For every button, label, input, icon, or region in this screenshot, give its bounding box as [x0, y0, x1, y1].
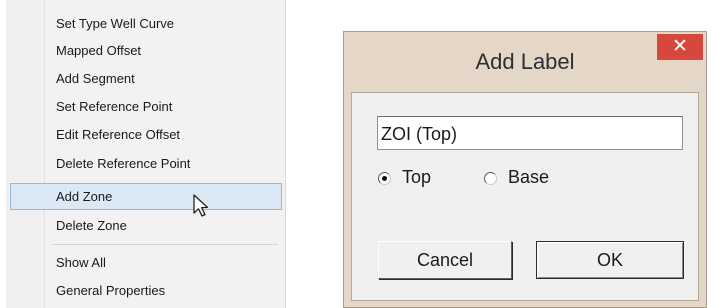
- ok-button[interactable]: OK: [536, 241, 684, 279]
- radio-top-label: Top: [402, 167, 432, 187]
- dialog-title: Add Label: [475, 49, 575, 74]
- menu-item-mapped-offset[interactable]: Mapped Offset: [10, 37, 282, 64]
- radio-base-label: Base: [508, 167, 550, 187]
- menu-item-show-all[interactable]: Show All: [10, 249, 282, 276]
- menu-item-add-zone[interactable]: Add Zone: [10, 183, 282, 210]
- radio-base-indicator: [484, 172, 497, 185]
- add-label-dialog: Add Label ✕ Top Base Cancel OK: [343, 31, 707, 308]
- label-text-input[interactable]: [377, 116, 683, 150]
- menu-item-delete-zone[interactable]: Delete Zone: [10, 212, 282, 239]
- menu-separator: [52, 244, 278, 245]
- menu-item-delete-reference-point[interactable]: Delete Reference Point: [10, 150, 282, 177]
- context-menu: Set Type Well Curve Mapped Offset Add Se…: [6, 0, 286, 308]
- menu-item-edit-reference-offset[interactable]: Edit Reference Offset: [10, 121, 282, 148]
- mouse-pointer-icon: [193, 194, 209, 217]
- close-icon: ✕: [672, 36, 688, 57]
- dialog-body: Top Base Cancel OK: [351, 92, 699, 301]
- menu-item-general-properties[interactable]: General Properties: [10, 277, 282, 304]
- menu-item-add-segment[interactable]: Add Segment: [10, 65, 282, 92]
- close-button[interactable]: ✕: [657, 34, 703, 60]
- menu-item-set-reference-point[interactable]: Set Reference Point: [10, 93, 282, 120]
- cancel-button[interactable]: Cancel: [378, 241, 512, 279]
- menu-item-set-type-well-curve[interactable]: Set Type Well Curve: [10, 10, 282, 37]
- radio-top-indicator: [378, 172, 391, 185]
